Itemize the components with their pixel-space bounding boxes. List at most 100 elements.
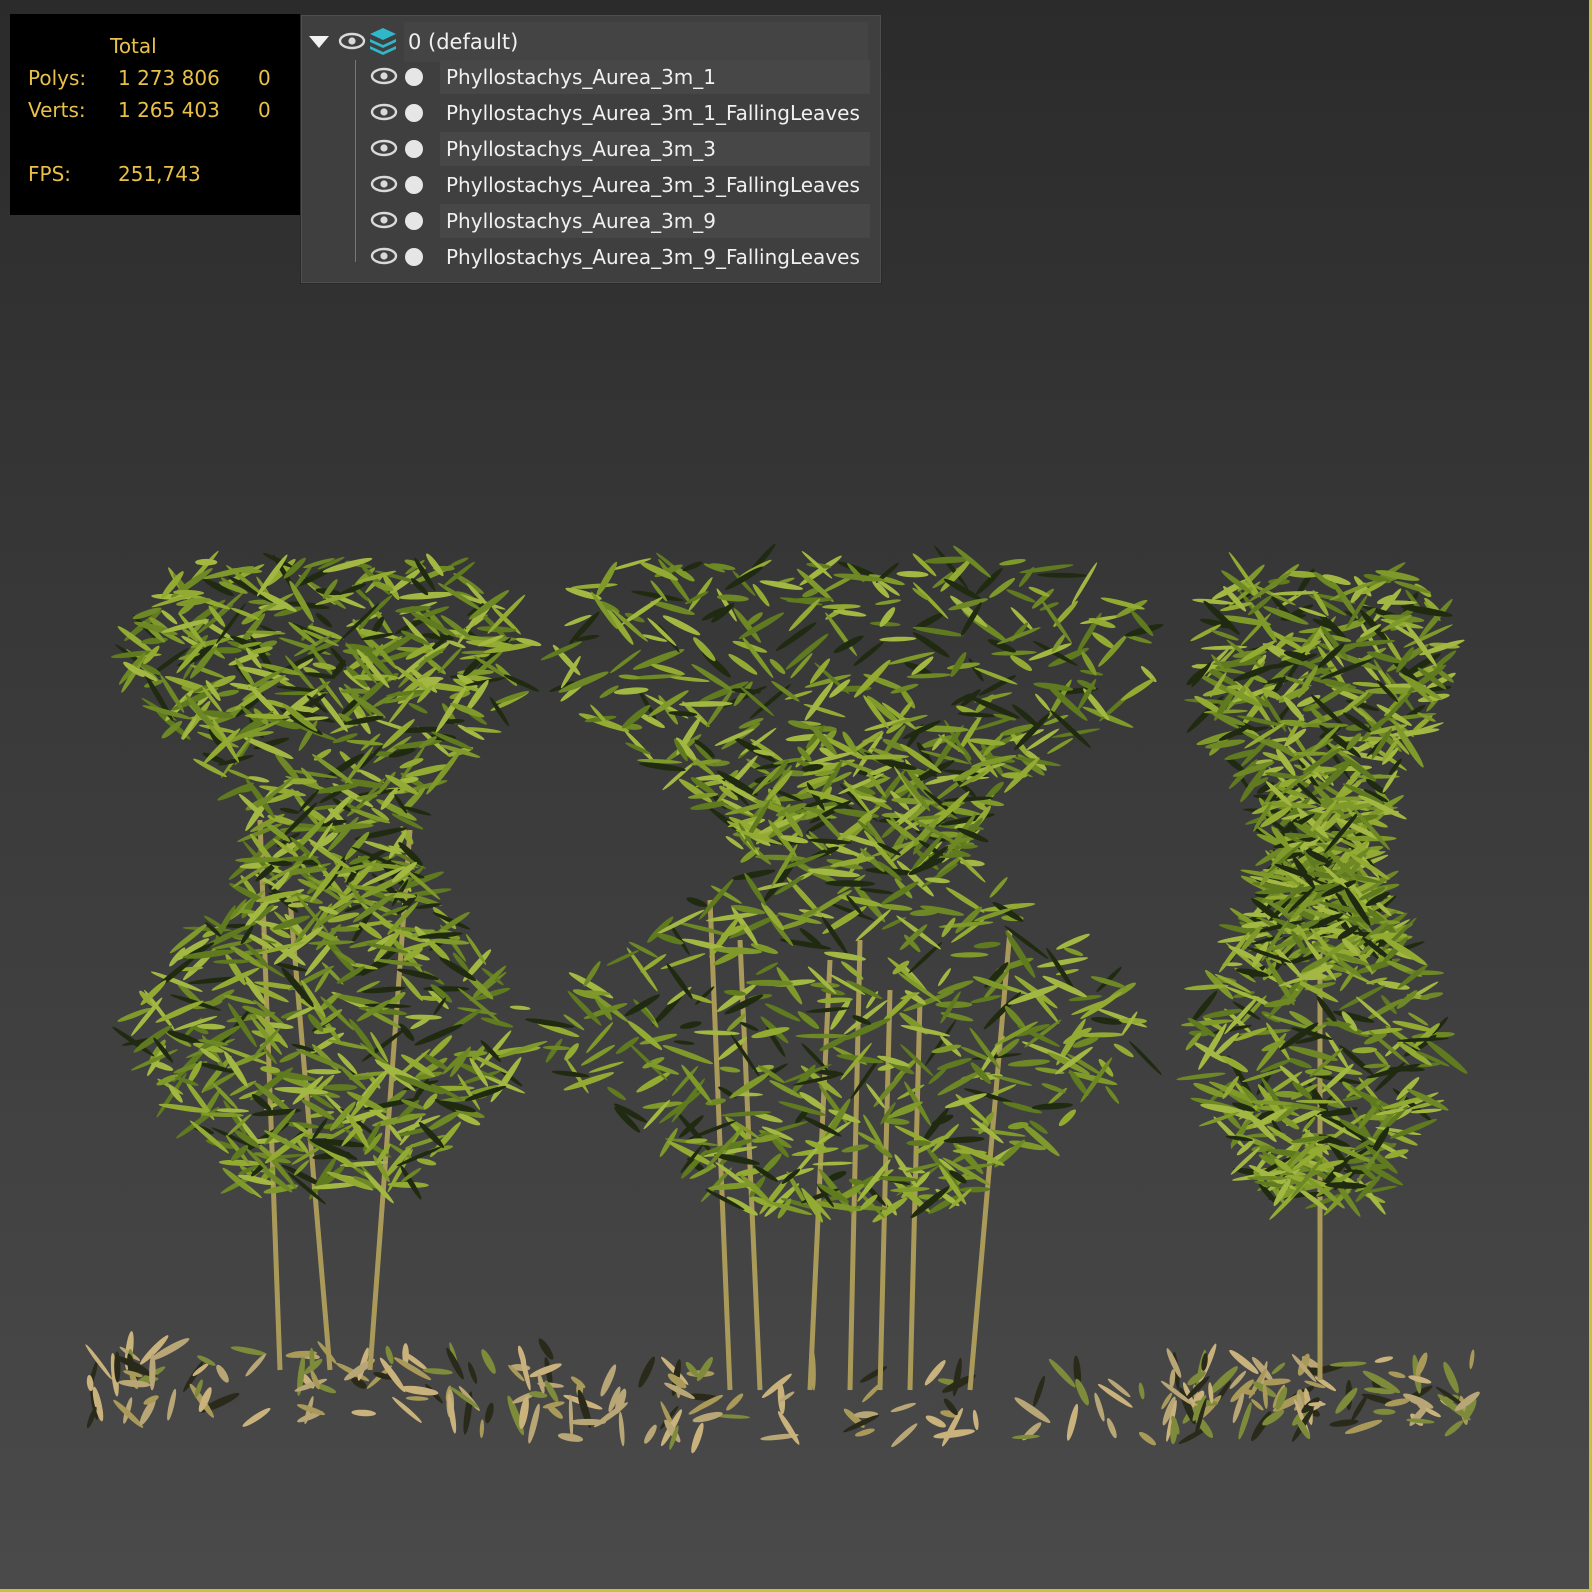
bamboo-leaf	[161, 609, 178, 625]
render-dot-icon[interactable]	[405, 248, 423, 266]
bamboo-leaf	[973, 941, 1001, 949]
statistics-overlay: Total Polys: 1 273 806 0 Verts: 1 265 40…	[10, 14, 300, 215]
render-dot-icon[interactable]	[405, 212, 423, 230]
leaf-litter	[691, 1422, 704, 1454]
bamboo-leaf	[1035, 693, 1051, 711]
bamboo-leaf	[875, 599, 902, 605]
eye-icon[interactable]	[370, 174, 398, 199]
eye-icon[interactable]	[370, 246, 398, 271]
layer-root-row[interactable]: 0 (default)	[300, 22, 870, 62]
leaf-litter	[1011, 1434, 1040, 1440]
bamboo-stem	[847, 939, 863, 1391]
leaf-litter	[1444, 1420, 1464, 1437]
eye-icon[interactable]	[370, 210, 398, 235]
bamboo-leaf	[1058, 1109, 1077, 1127]
bamboo-leaf	[636, 1071, 671, 1093]
bamboo-leaf	[607, 1086, 627, 1101]
bamboo-leaf	[731, 869, 776, 881]
bamboo-clump-right	[1160, 551, 1480, 1442]
layer-item[interactable]: Phyllostachys_Aurea_3m_3_FallingLeaves	[300, 168, 870, 202]
bamboo-leaf	[682, 561, 703, 572]
bamboo-leaf	[950, 952, 989, 958]
eye-icon[interactable]	[338, 31, 366, 55]
leaf-litter	[216, 1364, 229, 1383]
bamboo-leaf	[1056, 933, 1090, 950]
bamboo-leaf	[825, 880, 875, 887]
bamboo-leaf	[226, 768, 252, 780]
leaf-litter	[149, 1353, 156, 1391]
bamboo-leaf	[900, 1024, 951, 1037]
layer-item-label: Phyllostachys_Aurea_3m_1	[440, 60, 870, 94]
bamboo-leaf	[315, 612, 333, 628]
bamboo-leaf	[879, 904, 913, 911]
bamboo-leaf	[1090, 976, 1126, 989]
leaf-litter	[1066, 1403, 1079, 1441]
layer-item-label: Phyllostachys_Aurea_3m_1_FallingLeaves	[446, 101, 860, 125]
leaf-litter	[230, 1346, 267, 1356]
render-dot-icon[interactable]	[405, 104, 423, 122]
layer-item-label: Phyllostachys_Aurea_3m_9	[440, 204, 870, 238]
leaf-litter	[855, 1428, 875, 1437]
layer-item-label: Phyllostachys_Aurea_3m_3	[440, 132, 870, 166]
collapse-triangle-icon[interactable]	[308, 34, 330, 53]
render-dot-icon[interactable]	[405, 176, 423, 194]
leaf-litter	[422, 1368, 453, 1375]
stats-header: Total	[110, 34, 157, 58]
bamboo-leaf	[189, 1120, 229, 1154]
bamboo-leaf	[833, 609, 867, 617]
bamboo-leaf	[609, 649, 642, 674]
bamboo-leaf	[1071, 562, 1098, 605]
bamboo-leaf	[323, 1084, 358, 1091]
bamboo-leaf	[624, 994, 660, 1017]
layer-item[interactable]: Phyllostachys_Aurea_3m_9_FallingLeaves	[300, 240, 870, 274]
eye-icon[interactable]	[370, 138, 398, 163]
bamboo-leaf	[999, 558, 1026, 566]
leaf-litter	[1138, 1382, 1145, 1400]
eye-icon[interactable]	[370, 66, 398, 91]
bamboo-leaf	[833, 635, 864, 653]
leaf-litter	[1022, 1422, 1042, 1441]
bamboo-leaf	[1050, 710, 1091, 749]
leaf-litter	[1329, 1361, 1367, 1367]
render-dot-icon[interactable]	[405, 68, 423, 86]
bamboo-leaf	[542, 1045, 571, 1051]
bamboo-leaf	[613, 687, 649, 695]
bamboo-leaf	[846, 980, 883, 1000]
leaf-litter	[1033, 1375, 1045, 1407]
bamboo-leaf	[660, 953, 706, 970]
render-dot-icon[interactable]	[405, 140, 423, 158]
bamboo-leaf	[719, 1066, 741, 1073]
verts-label: Verts:	[28, 98, 86, 122]
bamboo-leaf	[1176, 1072, 1226, 1081]
bamboo-leaf	[1010, 655, 1033, 671]
leaf-litter	[1373, 1408, 1396, 1415]
bamboo-leaf	[887, 957, 924, 988]
bamboo-leaf	[786, 597, 834, 603]
bamboo-leaf	[879, 636, 917, 642]
layer-item[interactable]: Phyllostachys_Aurea_3m_1_FallingLeaves	[300, 96, 870, 130]
bamboo-leaf	[570, 583, 618, 589]
bamboo-leaf	[340, 688, 368, 694]
bamboo-leaf	[755, 962, 779, 975]
eye-icon[interactable]	[370, 102, 398, 127]
bamboo-leaf	[449, 1046, 472, 1078]
layer-item[interactable]: Phyllostachys_Aurea_3m_1	[300, 60, 870, 94]
bamboo-leaf	[540, 641, 582, 661]
bamboo-leaf	[218, 1159, 261, 1166]
bamboo-leaf	[503, 674, 540, 692]
bamboo-leaf	[399, 758, 424, 769]
leaf-litter	[644, 1424, 657, 1444]
bamboo-leaf	[1041, 1083, 1066, 1094]
bamboo-leaf	[679, 1021, 702, 1029]
bamboo-leaf	[494, 690, 530, 704]
bamboo-leaf	[408, 702, 428, 714]
fps-label: FPS:	[28, 162, 71, 186]
3d-viewport[interactable]: Total Polys: 1 273 806 0 Verts: 1 265 40…	[0, 0, 1592, 1592]
leaf-litter	[405, 1396, 429, 1401]
bamboo-leaf	[881, 917, 907, 930]
bamboo-leaf	[944, 1093, 987, 1109]
polys-label: Polys:	[28, 66, 87, 90]
bamboo-leaf	[223, 994, 257, 1005]
layer-item[interactable]: Phyllostachys_Aurea_3m_3	[300, 132, 870, 166]
layer-item[interactable]: Phyllostachys_Aurea_3m_9	[300, 204, 870, 238]
